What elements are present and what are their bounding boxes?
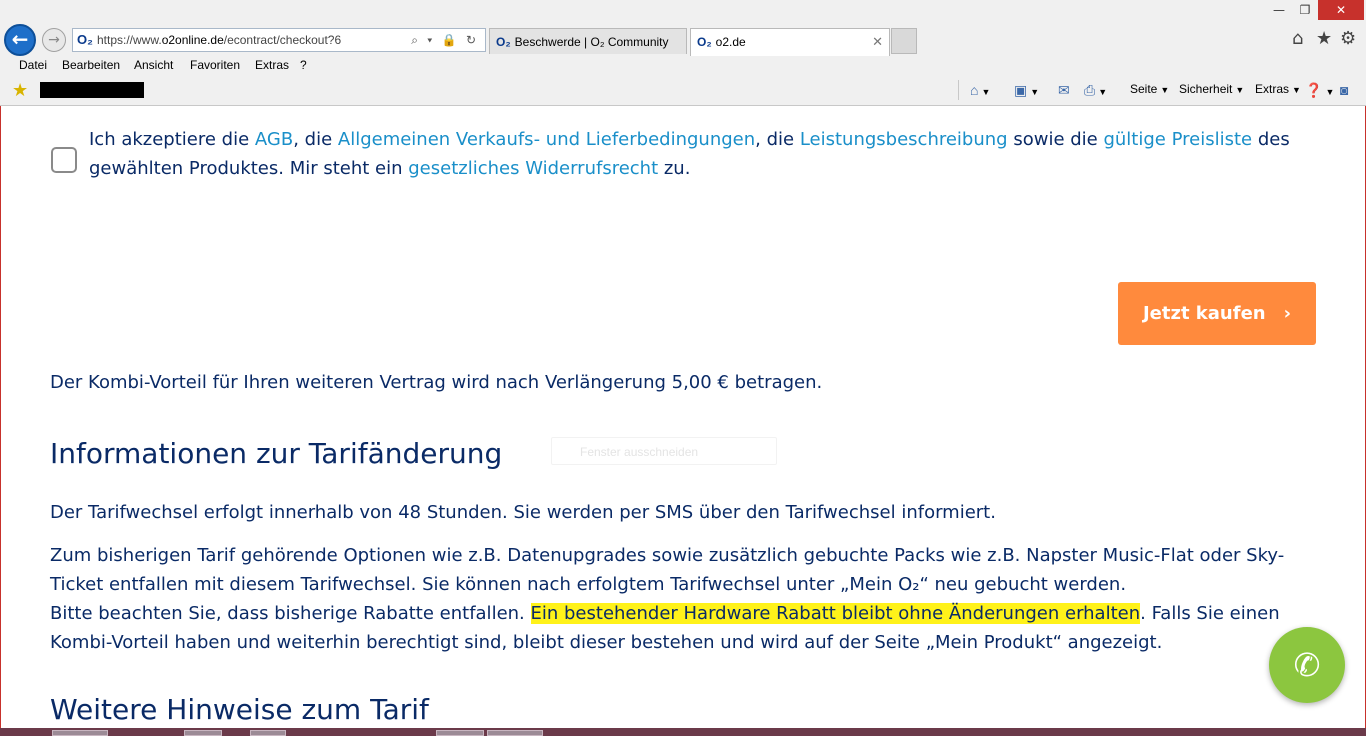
redacted-favorites <box>40 82 144 98</box>
snipping-tool-overlay: Fenster ausschneiden <box>551 437 777 465</box>
menu-extras[interactable]: Extras <box>255 58 289 72</box>
highlighted-rabatt-text: Ein bestehender Hardware Rabatt bleibt o… <box>530 603 1141 624</box>
new-tab-button[interactable] <box>891 28 917 54</box>
page-menu[interactable]: Seite ▼ <box>1130 82 1169 96</box>
buy-now-button[interactable]: Jetzt kaufen › <box>1118 282 1316 345</box>
forward-button[interactable]: → <box>42 28 66 52</box>
print-icon[interactable]: ⎙ ▼ <box>1084 82 1107 99</box>
menu-bearbeiten[interactable]: Bearbeiten <box>62 58 120 72</box>
tab-close-icon[interactable]: ✕ <box>872 29 883 55</box>
tab-o2[interactable]: O₂ o2.de ✕ <box>690 28 890 56</box>
taskbar-item[interactable] <box>250 730 286 736</box>
tools-menu[interactable]: Extras ▼ <box>1255 82 1301 96</box>
page-content: Ich akzeptiere die AGB, die Allgemeinen … <box>1 107 1365 728</box>
back-button[interactable]: ← <box>4 24 36 56</box>
leistungsbeschreibung-link[interactable]: Leistungsbeschreibung <box>800 129 1008 150</box>
accept-terms-checkbox[interactable] <box>51 147 77 173</box>
add-favorite-star-icon[interactable]: ★ <box>12 80 28 101</box>
maximize-button[interactable]: ❐ <box>1292 0 1318 20</box>
section-heading-weitere-hinweise: Weitere Hinweise zum Tarif <box>50 693 429 726</box>
menu-bar: Datei Bearbeiten Ansicht Favoriten Extra… <box>0 56 1366 76</box>
menu-datei[interactable]: Datei <box>19 58 47 72</box>
tab-label: Beschwerde | O₂ Community <box>514 35 669 49</box>
minimize-button[interactable]: — <box>1266 0 1292 20</box>
phone-icon: ✆ <box>1293 646 1321 684</box>
url-text[interactable]: https://www.o2online.de/econtract/checko… <box>97 29 341 51</box>
close-window-button[interactable]: ✕ <box>1318 0 1364 20</box>
taskbar-item[interactable] <box>487 730 543 736</box>
safety-menu[interactable]: Sicherheit ▼ <box>1179 82 1244 96</box>
chevron-right-icon: › <box>1283 303 1292 324</box>
taskbar-item[interactable] <box>184 730 222 736</box>
taskbar-item[interactable] <box>436 730 484 736</box>
tab-favicon-icon: O₂ <box>697 35 712 49</box>
address-actions-icon[interactable]: ⌕ ▾ 🔒 ↻ <box>411 29 479 51</box>
home-icon[interactable]: ⌂ <box>1292 28 1303 49</box>
section-heading-tarifaenderung: Informationen zur Tarifänderung <box>50 437 503 470</box>
feeds-icon[interactable]: ▣ ▼ <box>1014 82 1039 99</box>
tab-beschwerde[interactable]: O₂ Beschwerde | O₂ Community <box>489 28 687 54</box>
site-favicon-icon: O₂ <box>77 32 93 47</box>
taskbar-item[interactable] <box>52 730 108 736</box>
tab-label: o2.de <box>715 35 746 49</box>
terms-text: Ich akzeptiere die AGB, die Allgemeinen … <box>89 129 1290 179</box>
call-phone-button[interactable]: ✆ <box>1269 627 1345 703</box>
address-bar[interactable]: O₂ https://www.o2online.de/econtract/che… <box>72 28 486 52</box>
menu-favoriten[interactable]: Favoriten <box>190 58 240 72</box>
favorites-star-icon[interactable]: ★ <box>1316 28 1332 49</box>
mail-icon[interactable]: ✉ <box>1058 82 1070 99</box>
kombi-info: Der Kombi-Vorteil für Ihren weiteren Ver… <box>50 372 823 393</box>
command-bar-separator <box>958 80 959 100</box>
widerrufsrecht-link[interactable]: gesetzliches Widerrufsrecht <box>408 158 658 179</box>
preisliste-link[interactable]: gültige Preisliste <box>1103 129 1252 150</box>
favorites-bar: ★ ⌂ ▼ ▣ ▼ ✉ ⎙ ▼ Seite ▼ Sicherheit ▼ Extras ▼ … <box>0 78 1366 104</box>
agb-link[interactable]: AGB <box>255 129 293 150</box>
tools-gear-icon[interactable]: ⚙ <box>1340 28 1356 49</box>
help-icon[interactable]: ❓ ▼ <box>1305 82 1334 99</box>
home-command-icon[interactable]: ⌂ ▼ <box>970 82 990 98</box>
verkaufsbedingungen-link[interactable]: Allgemeinen Verkaufs- und Lieferbedingun… <box>338 129 755 150</box>
research-icon[interactable]: ◙ <box>1340 82 1348 98</box>
browser-chrome: — ❐ ✕ ← → O₂ https://www.o2online.de/eco… <box>0 0 1366 106</box>
menu-help[interactable]: ? <box>300 58 307 72</box>
menu-ansicht[interactable]: Ansicht <box>134 58 173 72</box>
title-bar: — ❐ ✕ <box>0 0 1366 24</box>
taskbar <box>0 728 1366 736</box>
tarifwechsel-info: Der Tarifwechsel erfolgt innerhalb von 4… <box>50 502 996 523</box>
tab-favicon-icon: O₂ <box>496 35 511 49</box>
optionen-info: Zum bisherigen Tarif gehörende Optionen … <box>50 545 1285 653</box>
